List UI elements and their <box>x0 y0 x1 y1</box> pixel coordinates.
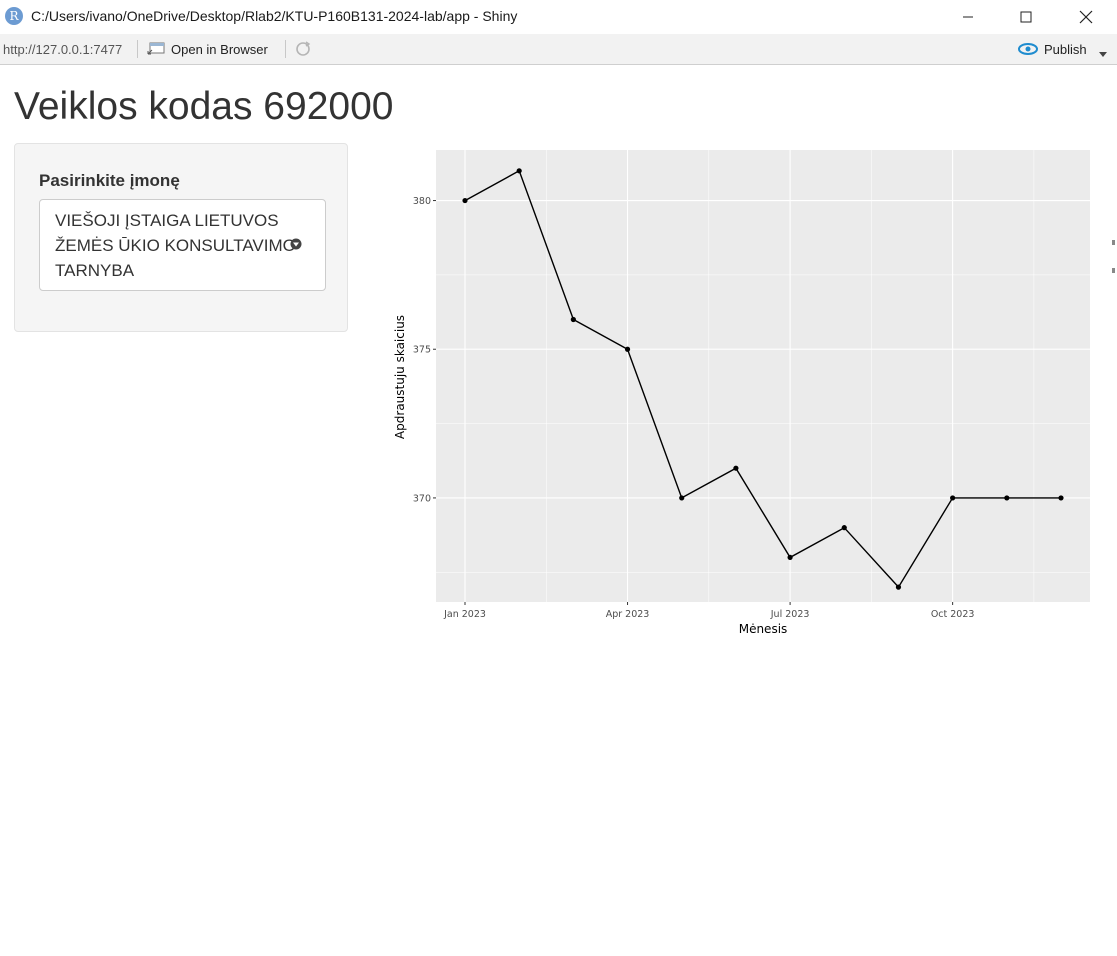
window-edge-mark <box>1112 240 1115 245</box>
window-title-bar: R C:/Users/ivano/OneDrive/Desktop/Rlab2/… <box>0 0 1117 34</box>
minimize-button[interactable] <box>945 0 991 34</box>
y-axis-label: Apdraustuju skaicius <box>393 315 407 439</box>
maximize-icon <box>1020 11 1032 23</box>
data-point <box>624 346 631 352</box>
r-app-icon: R <box>5 7 23 25</box>
select-label: Pasirinkite įmonę <box>39 171 180 190</box>
browser-window-icon <box>147 42 165 56</box>
minimize-icon <box>963 16 973 18</box>
data-point <box>462 197 468 204</box>
publish-button[interactable]: Publish <box>1018 39 1087 59</box>
data-point <box>1004 495 1010 501</box>
data-point <box>1058 495 1064 501</box>
viewer-toolbar: http://127.0.0.1:7477 Open in Browser Pu… <box>0 34 1117 65</box>
x-tick-label: Jan 2023 <box>443 609 486 620</box>
select-value: VIEŠOJI ĮSTAIGA LIETUVOS ŽEMĖS ŪKIO KONS… <box>55 211 296 280</box>
dropdown-arrow-icon <box>290 237 302 255</box>
data-point <box>950 495 956 501</box>
publish-icon <box>1018 41 1038 57</box>
data-point <box>570 316 576 323</box>
data-point <box>679 495 685 501</box>
close-button[interactable] <box>1063 0 1109 34</box>
window-title: C:/Users/ivano/OneDrive/Desktop/Rlab2/KT… <box>31 8 518 24</box>
x-tick-label: Jul 2023 <box>770 609 810 620</box>
plot-panel <box>436 150 1090 602</box>
toolbar-divider <box>285 40 286 58</box>
data-point <box>733 465 739 471</box>
data-point <box>895 584 902 590</box>
x-tick-label: Apr 2023 <box>606 609 650 620</box>
company-select[interactable]: VIEŠOJI ĮSTAIGA LIETUVOS ŽEMĖS ŪKIO KONS… <box>39 199 326 291</box>
chevron-down-icon[interactable] <box>1099 45 1107 63</box>
y-tick-label: 370 <box>413 493 431 504</box>
open-in-browser-label: Open in Browser <box>171 41 268 57</box>
x-axis-label: Mėnesis <box>739 622 788 636</box>
data-point <box>841 525 847 531</box>
data-point <box>787 554 793 560</box>
toolbar-divider <box>137 40 138 58</box>
page-title: Veiklos kodas 692000 <box>14 85 394 128</box>
window-edge-mark <box>1112 268 1115 273</box>
close-icon <box>1079 10 1093 24</box>
refresh-icon[interactable] <box>294 40 312 63</box>
chart-svg: 370 375 380 Jan 2023 Apr 2023 Jul 2023 Oct 202… <box>393 150 1090 636</box>
y-tick-label: 375 <box>413 345 431 356</box>
line-chart: 370 375 380 Jan 2023 Apr 2023 Jul 2023 Oct 202… <box>390 140 1100 650</box>
url-display[interactable]: http://127.0.0.1:7477 <box>3 42 122 57</box>
sidebar-panel: Pasirinkite įmonę VIEŠOJI ĮSTAIGA LIETUV… <box>14 143 348 332</box>
y-tick-label: 380 <box>413 196 431 207</box>
maximize-button[interactable] <box>1003 0 1049 34</box>
x-tick-label: Oct 2023 <box>931 609 975 620</box>
publish-label: Publish <box>1044 41 1087 57</box>
data-point <box>516 168 522 174</box>
open-in-browser-button[interactable]: Open in Browser <box>147 39 268 59</box>
